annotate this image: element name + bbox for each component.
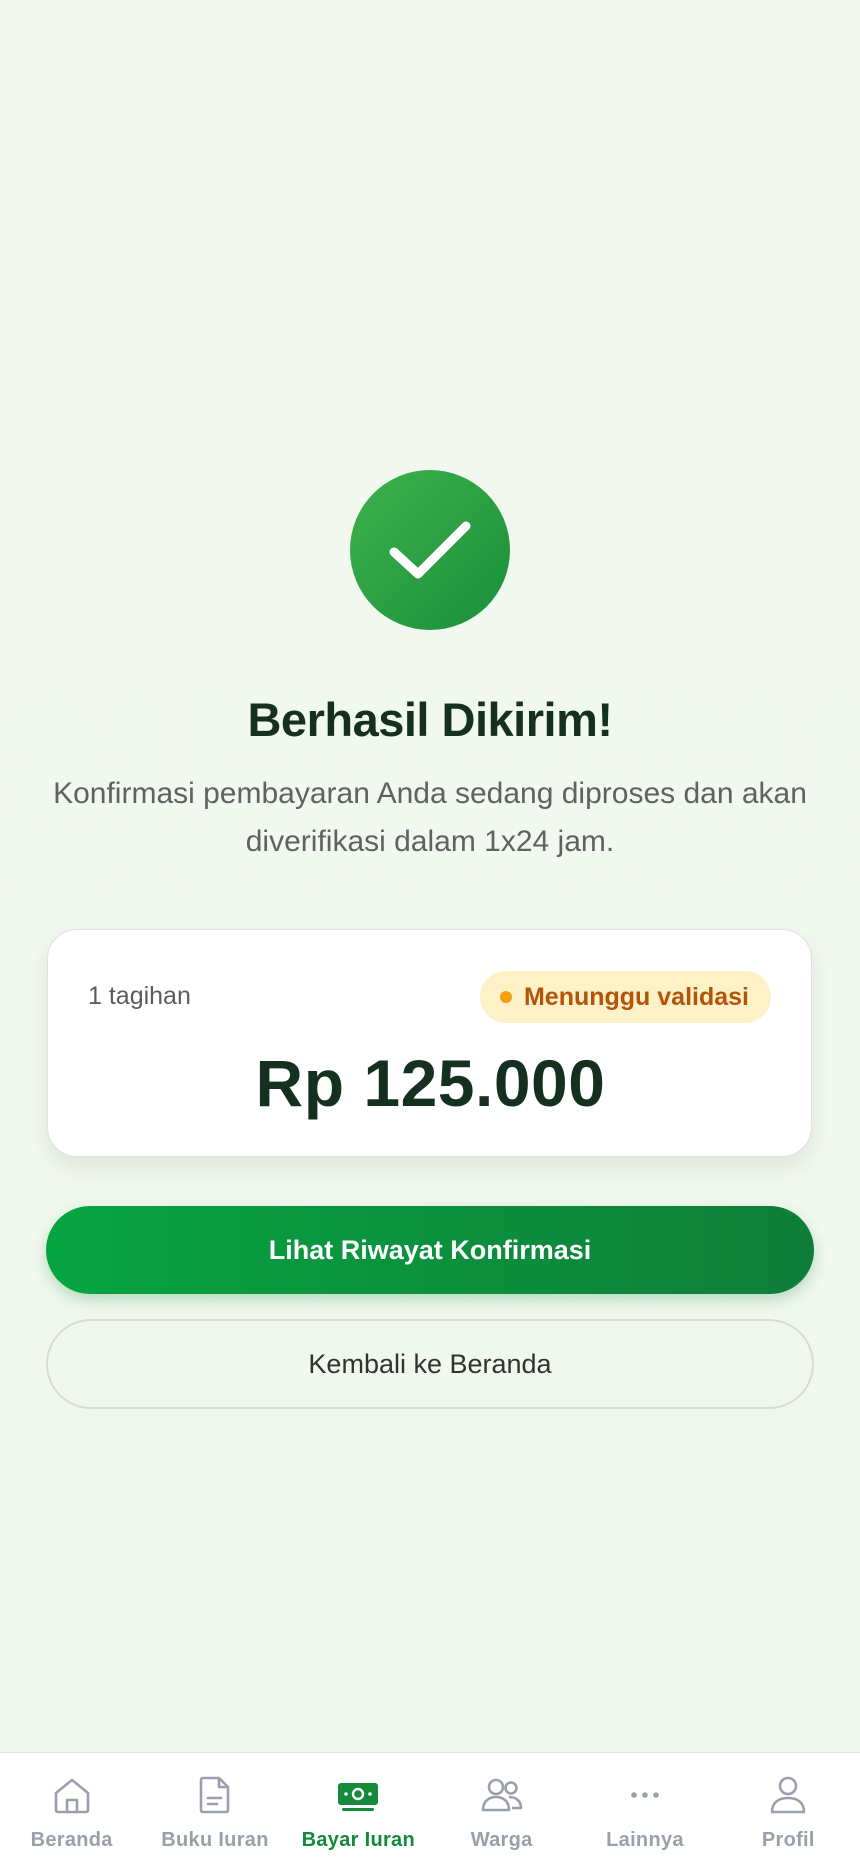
status-badge: Menunggu validasi: [479, 971, 771, 1023]
nav-label: Profil: [761, 1829, 815, 1851]
view-history-button[interactable]: Lihat Riwayat Konfirmasi: [46, 1206, 814, 1294]
document-icon: [199, 1776, 230, 1814]
payment-success-screen: Berhasil Dikirim! Konfirmasi pembayaran …: [0, 0, 860, 1865]
payment-amount: Rp 125.000: [255, 1046, 606, 1120]
nav-item-profil[interactable]: Profil: [717, 1753, 860, 1865]
success-title: Berhasil Dikirim!: [247, 693, 613, 746]
nav-label: Buku Iuran: [161, 1829, 269, 1851]
success-message: Konfirmasi pembayaran Anda sedang dipros…: [53, 777, 807, 858]
success-badge: [350, 470, 510, 630]
nav-item-warga[interactable]: Warga: [430, 1753, 573, 1865]
money-icon: [338, 1783, 379, 1811]
user-icon: [770, 1776, 806, 1814]
nav-label: Lainnya: [606, 1829, 684, 1851]
bill-count: 1 tagihan: [88, 982, 191, 1010]
home-icon: [54, 1778, 89, 1814]
back-to-home-button[interactable]: Kembali ke Beranda: [46, 1319, 814, 1409]
status-dot-icon: [499, 991, 512, 1003]
nav-item-beranda[interactable]: Beranda: [0, 1753, 143, 1865]
nav-item-lainnya[interactable]: Lainnya: [573, 1753, 716, 1865]
nav-item-buku-iuran[interactable]: Buku Iuran: [143, 1753, 286, 1865]
more-icon: [631, 1792, 659, 1798]
bottom-nav: Beranda Buku Iuran Bayar Iuran Warga Lai…: [0, 1752, 860, 1865]
nav-label: Bayar Iuran: [301, 1829, 415, 1851]
nav-item-bayar-iuran[interactable]: Bayar Iuran: [287, 1753, 430, 1865]
nav-label: Beranda: [30, 1829, 113, 1851]
nav-label: Warga: [470, 1829, 533, 1851]
payment-summary-card: 1 tagihan Menunggu validasi Rp 125.000: [47, 929, 812, 1157]
check-icon: [389, 521, 471, 579]
users-icon: [481, 1778, 522, 1812]
status-label: Menunggu validasi: [523, 982, 749, 1011]
